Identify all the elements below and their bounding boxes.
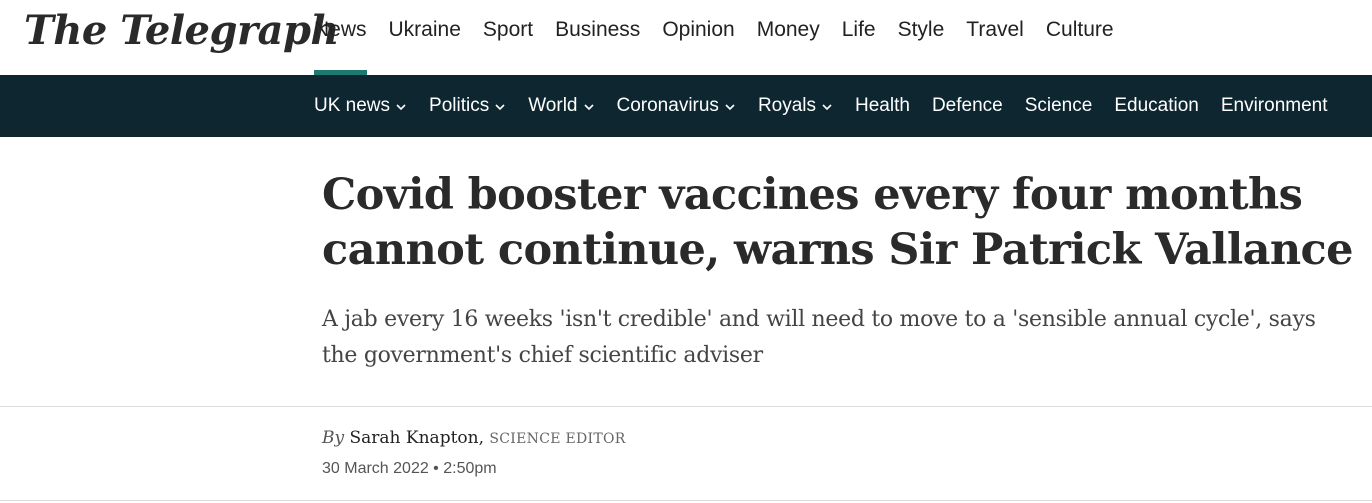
telegraph-logo[interactable]: The Telegraph: [24, 6, 340, 56]
subnav-item-uk-news[interactable]: UK news: [314, 75, 407, 137]
nav-item-life[interactable]: Life: [842, 0, 876, 75]
subnav-item-defence[interactable]: Defence: [932, 75, 1003, 137]
subnav-item-education[interactable]: Education: [1114, 75, 1199, 137]
subnav-label: Education: [1114, 95, 1199, 116]
subnav-label: Coronavirus: [616, 95, 719, 116]
subnav-item-environment[interactable]: Environment: [1221, 75, 1328, 137]
divider: [0, 406, 1372, 407]
subnav-label: Politics: [429, 95, 490, 116]
article-standfirst: A jab every 16 weeks 'isn't credible' an…: [322, 307, 1316, 368]
chevron-down-icon: [583, 101, 595, 113]
chevron-down-icon: [395, 101, 407, 113]
subnav-label: Health: [855, 95, 910, 116]
subnav-label: Environment: [1220, 95, 1328, 116]
nav-item-culture[interactable]: Culture: [1046, 0, 1114, 75]
subnav-label: UK news: [314, 95, 391, 116]
masthead: The Telegraph News Ukraine Sport Busines…: [0, 0, 1372, 75]
subnav-item-coronavirus[interactable]: Coronavirus: [617, 75, 736, 137]
nav-item-style[interactable]: Style: [898, 0, 945, 75]
chevron-down-icon: [821, 101, 833, 113]
subnav-label: Royals: [757, 95, 817, 116]
subnav-label: Defence: [931, 95, 1003, 116]
article-headline: Covid booster vaccines every four months…: [322, 170, 1353, 275]
subnav-label: World: [528, 95, 578, 116]
divider: [0, 500, 1372, 501]
nav-item-opinion[interactable]: Opinion: [662, 0, 734, 75]
primary-nav: News Ukraine Sport Business Opinion Mone…: [314, 0, 1136, 75]
subnav-item-health[interactable]: Health: [855, 75, 910, 137]
chevron-down-icon: [724, 101, 736, 113]
nav-item-ukraine[interactable]: Ukraine: [389, 0, 461, 75]
byline: By Sarah Knapton, Science Editor: [322, 428, 626, 448]
nav-item-sport[interactable]: Sport: [483, 0, 533, 75]
subnav-item-politics[interactable]: Politics: [429, 75, 506, 137]
subnav-item-royals[interactable]: Royals: [758, 75, 833, 137]
author-role: Science Editor: [489, 431, 626, 447]
subnav-item-world[interactable]: World: [528, 75, 594, 137]
nav-item-news[interactable]: News: [314, 0, 367, 75]
byline-prefix: By: [322, 428, 345, 448]
nav-item-business[interactable]: Business: [555, 0, 640, 75]
publish-date: 30 March 2022 • 2:50pm: [322, 460, 497, 477]
nav-item-money[interactable]: Money: [757, 0, 820, 75]
subnav-item-science[interactable]: Science: [1025, 75, 1093, 137]
nav-item-travel[interactable]: Travel: [966, 0, 1024, 75]
author-link[interactable]: Sarah Knapton,: [350, 428, 484, 448]
secondary-nav: UK news Politics World Coronavirus Royal…: [0, 75, 1372, 137]
subnav-label: Science: [1024, 95, 1093, 116]
chevron-down-icon: [494, 101, 506, 113]
